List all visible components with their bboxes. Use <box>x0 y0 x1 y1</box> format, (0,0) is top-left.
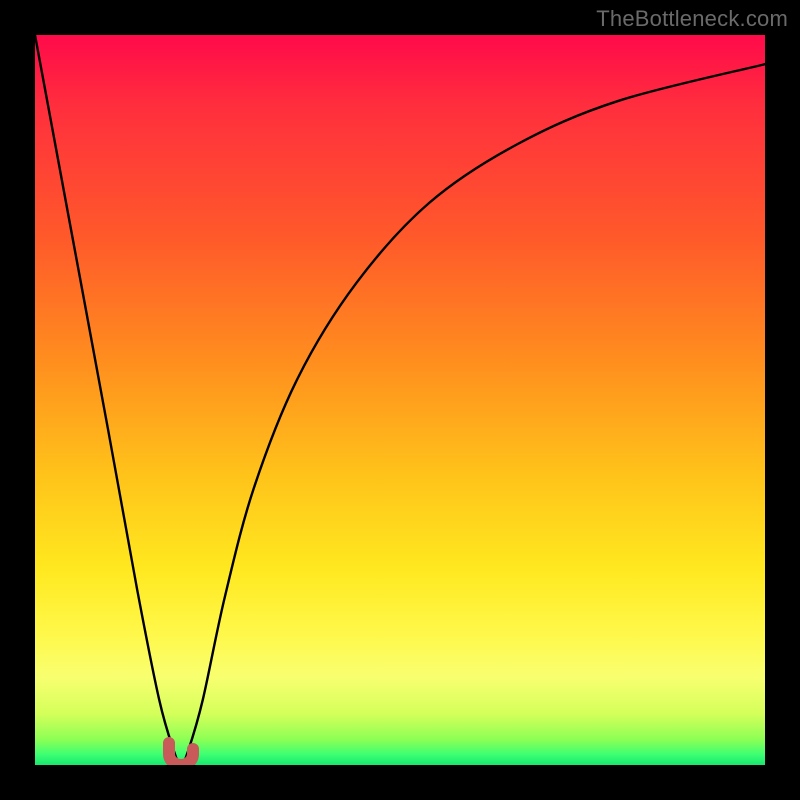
plot-area <box>35 35 765 765</box>
chart-frame: TheBottleneck.com <box>0 0 800 800</box>
minimum-marker <box>169 743 193 765</box>
curve-layer <box>35 35 765 765</box>
watermark-text: TheBottleneck.com <box>596 6 788 32</box>
bottleneck-curve <box>35 35 765 765</box>
